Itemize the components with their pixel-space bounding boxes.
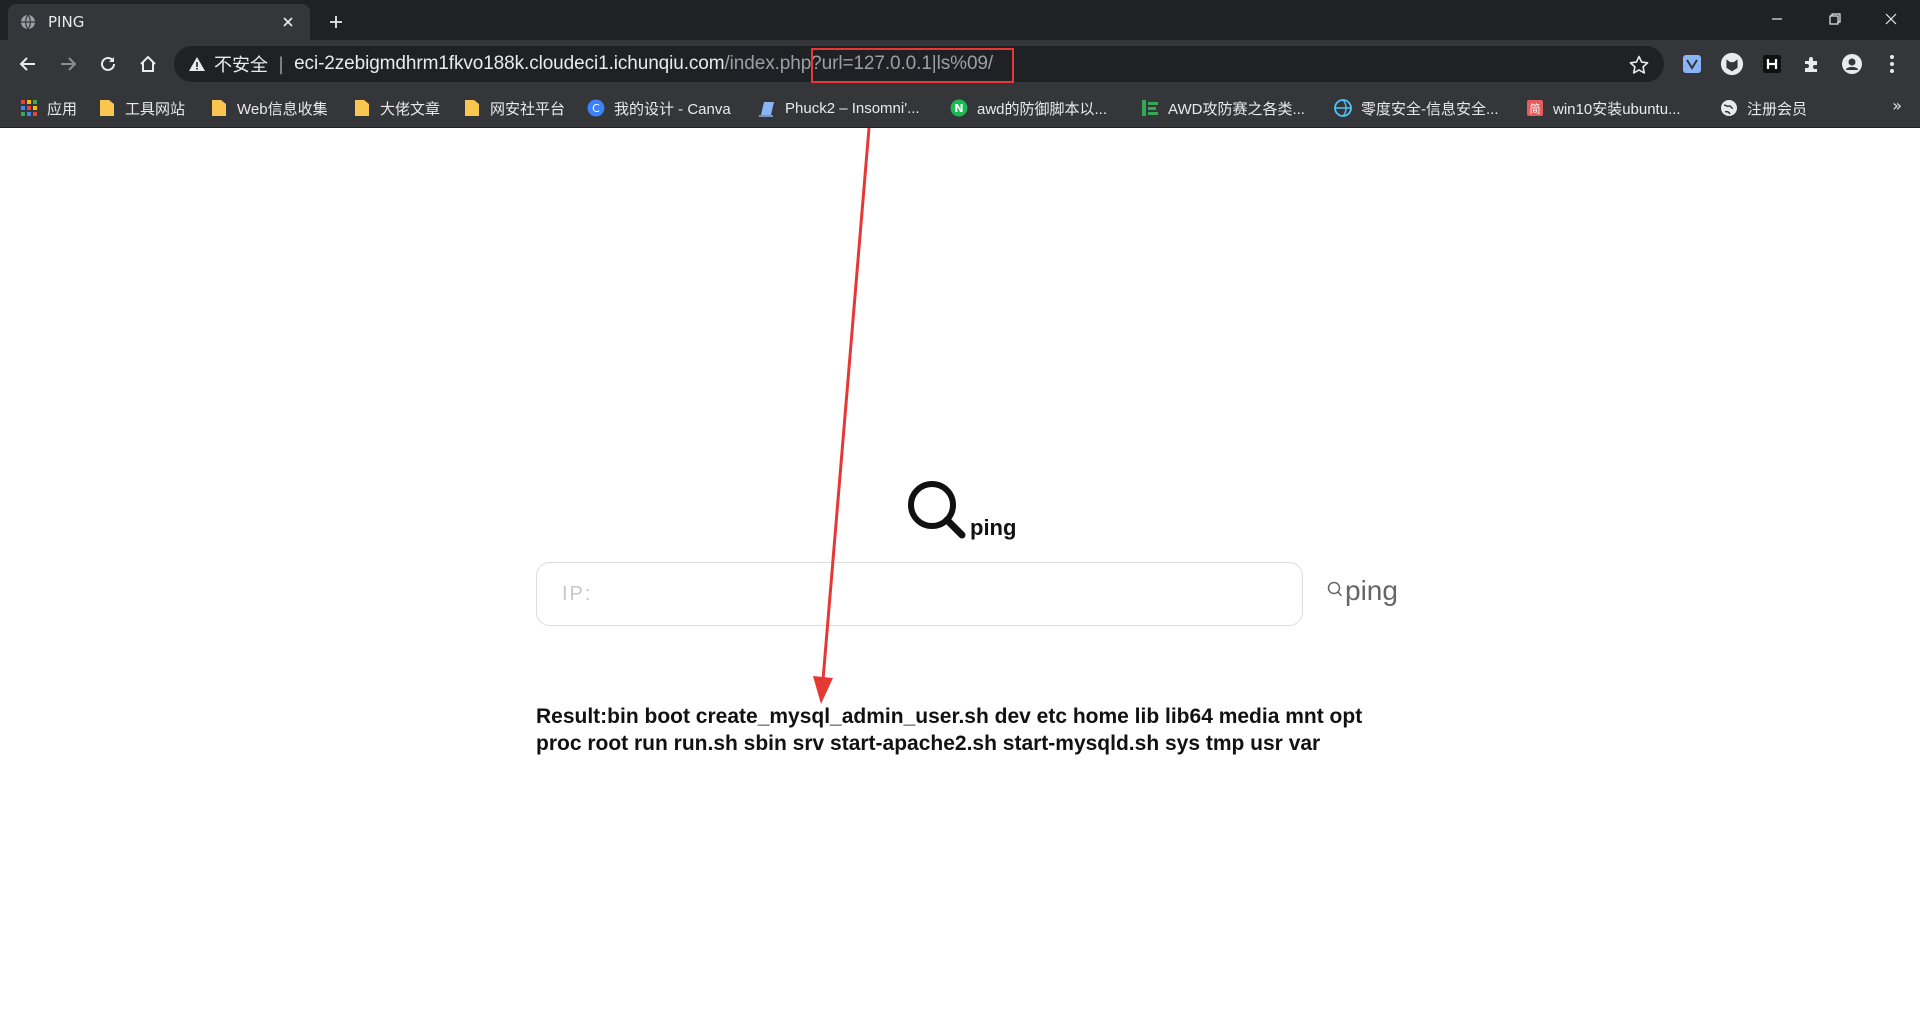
warning-icon[interactable] — [188, 55, 206, 73]
tab-ping[interactable]: PING — [8, 4, 310, 40]
bookmark-awd-defense[interactable]: N awd的防御脚本以... — [950, 96, 1107, 120]
canva-icon: C — [587, 99, 605, 117]
apps-grid-icon — [20, 99, 38, 117]
page-content: ping ping Result:bin boot create_mysql_a… — [0, 129, 1920, 1030]
bookmark-lingdu[interactable]: 零度安全-信息安全... — [1334, 96, 1499, 120]
bookmark-apps[interactable]: 应用 — [20, 96, 77, 120]
extension-h-icon[interactable] — [1760, 52, 1784, 76]
reload-button[interactable] — [92, 49, 124, 79]
svg-text:C: C — [592, 102, 600, 115]
restore-button[interactable] — [1806, 0, 1864, 38]
magnifier-icon — [906, 479, 968, 545]
bookmark-awd-attack[interactable]: AWD攻防赛之各类... — [1141, 96, 1305, 120]
close-tab-icon[interactable] — [278, 12, 298, 32]
bookmark-folder-web-recon[interactable]: Web信息收集 — [210, 96, 328, 120]
bookmark-win10-ubuntu[interactable]: 简 win10安装ubuntu... — [1526, 96, 1681, 120]
bookmarks-bar: 应用 工具网站 Web信息收集 大佬文章 网安社平台 C 我的设计 - Canv… — [0, 88, 1920, 128]
bookmark-label: win10安装ubuntu... — [1553, 100, 1681, 118]
tab-strip: PING — [0, 0, 1920, 40]
security-label[interactable]: 不安全 — [214, 51, 268, 77]
globe-logo-icon — [1334, 99, 1352, 117]
result-output: Result:bin boot create_mysql_admin_user.… — [536, 705, 1363, 755]
bookmark-folder-articles[interactable]: 大佬文章 — [353, 96, 440, 120]
bookmark-phuck2[interactable]: Phuck2 – Insomni'... — [758, 96, 920, 120]
bookmark-label: 工具网站 — [125, 100, 186, 118]
minimize-button[interactable] — [1748, 0, 1806, 38]
extensions-puzzle-icon[interactable] — [1800, 52, 1824, 76]
svg-text:简: 简 — [1530, 102, 1541, 116]
bookmark-label: Web信息收集 — [237, 100, 328, 118]
bookmark-label: 大佬文章 — [380, 100, 441, 118]
menu-kebab-icon[interactable] — [1880, 52, 1904, 76]
bars-icon — [1141, 99, 1159, 117]
jian-icon: 简 — [1526, 99, 1544, 117]
logo-text: ping — [970, 515, 1017, 540]
svg-text:N: N — [954, 102, 963, 115]
bookmark-label: 应用 — [47, 100, 78, 118]
bookmark-label: AWD攻防赛之各类... — [1168, 100, 1305, 118]
bookmark-label: 注册会员 — [1747, 100, 1808, 118]
back-button[interactable] — [12, 49, 44, 79]
search-icon — [1327, 580, 1343, 602]
extension-fox-icon[interactable] — [1720, 52, 1744, 76]
bookmarks-overflow-chevron[interactable]: » — [1892, 96, 1902, 115]
annotation-highlight-box — [811, 48, 1014, 83]
ping-button[interactable]: ping — [1327, 575, 1398, 607]
bookmark-folder-tools[interactable]: 工具网站 — [98, 96, 185, 120]
bookmark-label: 我的设计 - Canva — [614, 100, 731, 118]
omnibox-separator: | — [278, 53, 285, 75]
bookmark-label: 零度安全-信息安全... — [1361, 100, 1499, 118]
folder-icon — [353, 99, 371, 117]
url-host: eci-2zebigmdhrm1fkvo188k.cloudeci1.ichun… — [294, 53, 725, 74]
page-icon — [758, 99, 776, 117]
bookmark-star-icon[interactable] — [1628, 54, 1650, 76]
home-button[interactable] — [132, 49, 164, 79]
folder-icon — [98, 99, 116, 117]
bookmark-label: awd的防御脚本以... — [977, 100, 1108, 118]
globe-icon — [1720, 99, 1738, 117]
bookmark-canva[interactable]: C 我的设计 - Canva — [587, 96, 731, 120]
close-window-button[interactable] — [1862, 0, 1920, 38]
folder-icon — [210, 99, 228, 117]
new-tab-button[interactable] — [322, 10, 350, 34]
bookmark-label: 网安社平台 — [490, 100, 566, 118]
profile-avatar-icon[interactable] — [1840, 52, 1864, 76]
ip-input[interactable] — [536, 562, 1303, 626]
tab-title: PING — [48, 13, 85, 31]
bookmark-register[interactable]: 注册会员 — [1720, 96, 1807, 120]
forward-button[interactable] — [52, 49, 84, 79]
folder-icon — [463, 99, 481, 117]
n-logo-icon: N — [950, 99, 968, 117]
bookmark-folder-platform[interactable]: 网安社平台 — [463, 96, 565, 120]
extension-shield-icon[interactable] — [1680, 52, 1704, 76]
bookmark-label: Phuck2 – Insomni'... — [785, 99, 920, 117]
ping-logo: ping — [906, 479, 1016, 545]
ping-button-label: ping — [1345, 575, 1398, 606]
globe-icon — [20, 14, 36, 30]
